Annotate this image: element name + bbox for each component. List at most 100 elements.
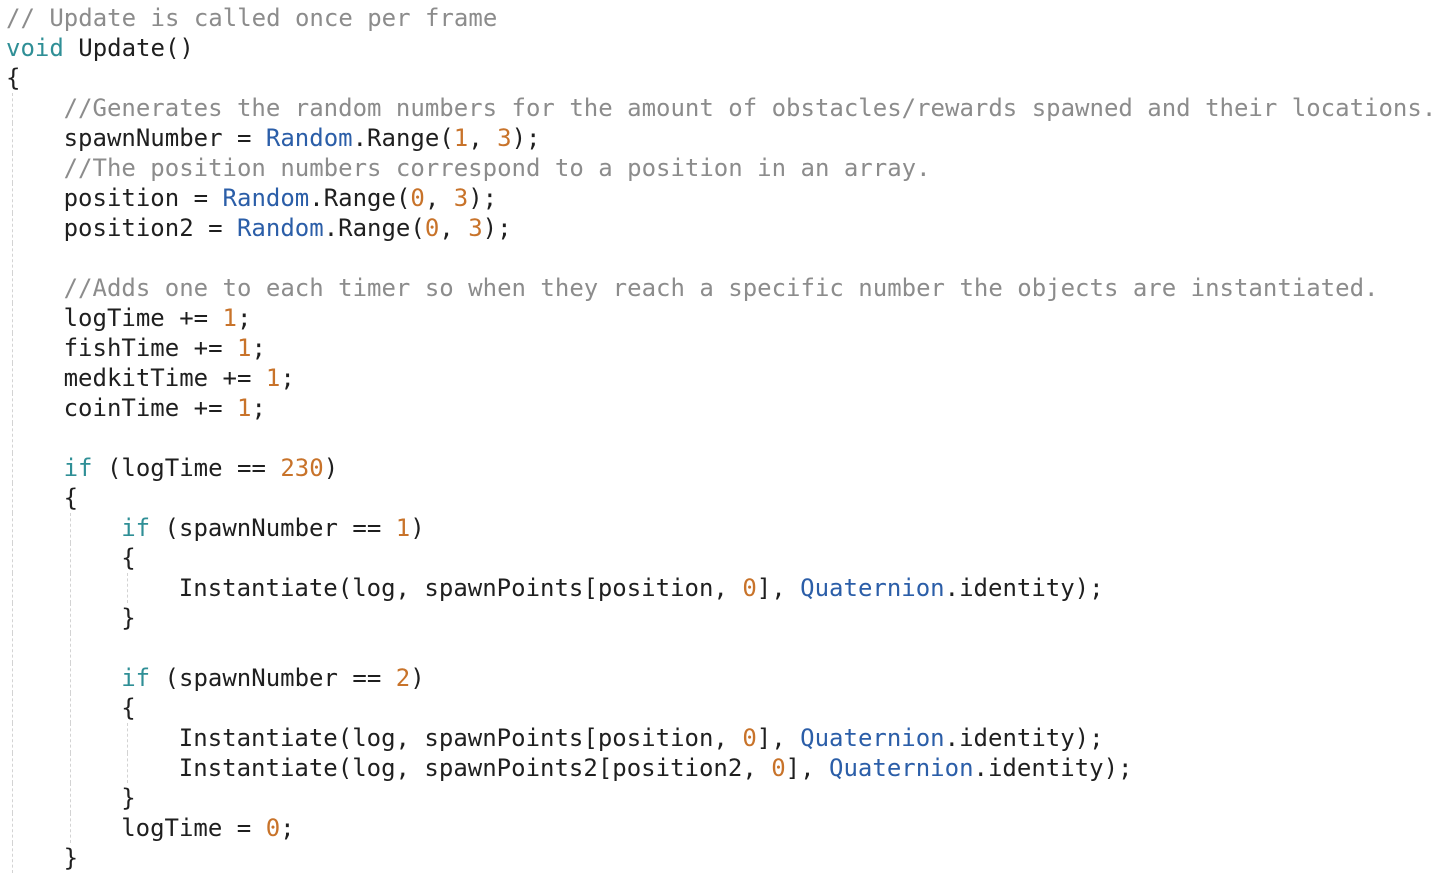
code-token-number: 0 [410, 184, 425, 212]
code-token-keyword: if [63, 454, 93, 482]
code-token-keyword: void [6, 34, 64, 62]
code-token-plain: Instantiate(log, spawnPoints[position, [178, 574, 743, 602]
code-line[interactable] [0, 243, 1448, 273]
code-line[interactable]: } [0, 783, 1448, 813]
code-line[interactable]: Instantiate(log, spawnPoints[position, 0… [0, 723, 1448, 753]
code-line-content: { [64, 484, 78, 512]
indent-guide [69, 723, 71, 753]
code-token-plain: ; [237, 304, 252, 332]
code-token-plain: , [424, 184, 454, 212]
code-token-number: 3 [453, 184, 469, 212]
code-token-number: 2 [395, 664, 411, 692]
code-line[interactable]: position = Random.Range(0, 3); [0, 183, 1448, 213]
indent-guide [12, 603, 13, 633]
code-token-comment: //Generates the random numbers for the a… [63, 94, 1437, 122]
indent-guide [12, 303, 13, 333]
code-token-type: Quaternion [800, 724, 945, 752]
indent-guide [12, 663, 13, 693]
code-token-number: 0 [771, 754, 786, 782]
indent-guide [12, 693, 13, 723]
code-token-plain: ], [785, 754, 830, 782]
code-line-content: Instantiate(log, spawnPoints[position, 0… [179, 724, 1104, 752]
indent-guide [12, 273, 13, 303]
code-token-plain: ) [410, 514, 425, 542]
code-line-content: } [121, 784, 135, 812]
indent-guide [12, 333, 13, 363]
code-token-plain: { [121, 544, 136, 572]
code-token-comment: //Adds one to each timer so when they re… [63, 274, 1379, 302]
code-line[interactable]: fishTime += 1; [0, 333, 1448, 363]
indent-guide [12, 213, 13, 243]
code-token-comment: // Update is called once per frame [6, 4, 498, 32]
code-token-plain: ], [756, 574, 801, 602]
code-token-plain: { [63, 484, 79, 512]
code-token-keyword: if [121, 664, 151, 692]
code-token-plain: , [468, 124, 498, 152]
code-token-plain: Instantiate(log, spawnPoints2[position2, [178, 754, 772, 782]
code-line[interactable]: void Update() [0, 33, 1448, 63]
code-token-comment: //The position numbers correspond to a p… [63, 154, 931, 182]
code-token-type: Quaternion [800, 574, 945, 602]
code-line-content: // Update is called once per frame [6, 4, 497, 32]
code-line[interactable]: logTime += 1; [0, 303, 1448, 333]
code-token-type: Random [265, 124, 353, 152]
code-line-content: } [64, 844, 78, 872]
code-line-content: void Update() [6, 34, 194, 62]
code-token-plain: ); [511, 124, 541, 152]
code-line[interactable]: //Generates the random numbers for the a… [0, 93, 1448, 123]
code-line[interactable]: if (spawnNumber == 1) [0, 513, 1448, 543]
code-token-plain: ; [280, 364, 295, 392]
code-line[interactable]: { [0, 543, 1448, 573]
indent-guide [12, 723, 13, 753]
indent-guide [69, 573, 71, 603]
indent-guide [12, 513, 13, 543]
code-line[interactable]: if (logTime == 230) [0, 453, 1448, 483]
code-line[interactable]: // Update is called once per frame [0, 3, 1448, 33]
indent-guide [12, 363, 13, 393]
code-token-number: 1 [395, 514, 411, 542]
code-line[interactable] [0, 423, 1448, 453]
code-line-content: //Generates the random numbers for the a… [64, 94, 1437, 122]
code-line[interactable]: } [0, 843, 1448, 873]
code-line[interactable]: spawnNumber = Random.Range(1, 3); [0, 123, 1448, 153]
code-line[interactable]: Instantiate(log, spawnPoints[position, 0… [0, 573, 1448, 603]
code-line-content: position = Random.Range(0, 3); [64, 184, 498, 212]
code-line[interactable]: if (spawnNumber == 2) [0, 663, 1448, 693]
indent-guide [69, 663, 71, 693]
code-token-plain: position2 = [63, 214, 237, 242]
code-token-number: 3 [468, 214, 483, 242]
indent-guide [12, 123, 13, 153]
code-line[interactable]: coinTime += 1; [0, 393, 1448, 423]
code-line[interactable]: position2 = Random.Range(0, 3); [0, 213, 1448, 243]
indent-guide [69, 753, 71, 783]
code-token-plain: .identity); [944, 724, 1104, 752]
indent-guide [12, 573, 13, 603]
code-token-plain: ); [468, 184, 498, 212]
code-token-number: 0 [742, 724, 757, 752]
indent-guide [12, 93, 13, 123]
code-line[interactable] [0, 633, 1448, 663]
code-line-content: coinTime += 1; [64, 394, 266, 422]
indent-guide [12, 633, 13, 663]
code-line[interactable]: { [0, 63, 1448, 93]
code-token-plain: (spawnNumber == [150, 664, 396, 692]
code-line-content: //The position numbers correspond to a p… [64, 154, 931, 182]
code-token-type: Random [222, 184, 310, 212]
code-token-plain: ; [251, 334, 266, 362]
code-line-content: spawnNumber = Random.Range(1, 3); [64, 124, 541, 152]
code-line[interactable]: } [0, 603, 1448, 633]
indent-guide [12, 453, 13, 483]
code-line[interactable]: logTime = 0; [0, 813, 1448, 843]
code-line[interactable]: //Adds one to each timer so when they re… [0, 273, 1448, 303]
indent-guide [69, 813, 71, 843]
code-editor[interactable]: // Update is called once per frame void U… [0, 3, 1448, 884]
code-line[interactable]: { [0, 483, 1448, 513]
code-line[interactable]: //The position numbers correspond to a p… [0, 153, 1448, 183]
code-line[interactable]: { [0, 693, 1448, 723]
indent-guide [69, 543, 71, 573]
code-token-plain: ) [410, 664, 425, 692]
code-line-content: { [6, 64, 20, 92]
code-line-content: logTime += 1; [64, 304, 252, 332]
code-line[interactable]: Instantiate(log, spawnPoints2[position2,… [0, 753, 1448, 783]
code-line[interactable]: medkitTime += 1; [0, 363, 1448, 393]
